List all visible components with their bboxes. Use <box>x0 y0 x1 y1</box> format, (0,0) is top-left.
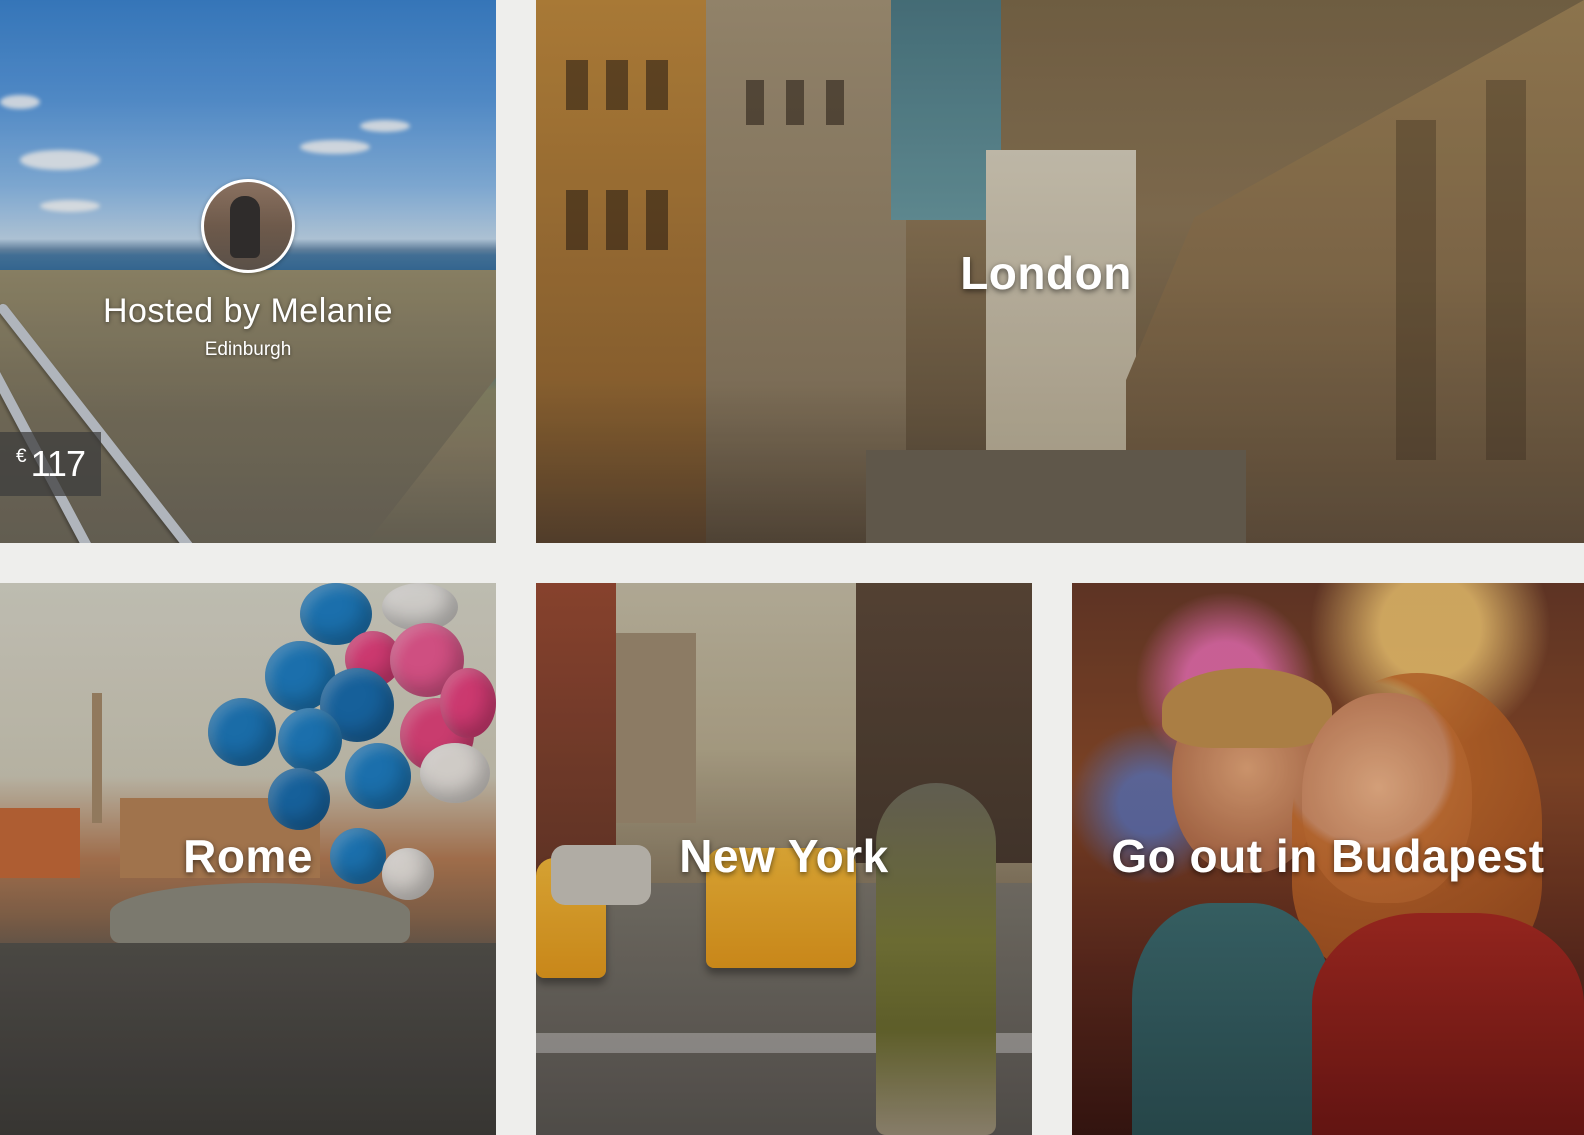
host-name: Hosted by Melanie <box>102 292 394 330</box>
destination-title: New York <box>679 830 889 882</box>
destination-grid: Hosted by Melanie Edinburgh € 117 London… <box>0 0 1584 1135</box>
price-currency: € <box>16 446 27 467</box>
destination-card-london[interactable]: London <box>536 0 1584 543</box>
destination-card-new-york[interactable]: New York <box>536 583 1032 1135</box>
destination-card-rome[interactable]: Rome <box>0 583 496 1135</box>
host-listing-card[interactable]: Hosted by Melanie Edinburgh € 117 <box>0 0 496 543</box>
price-badge: € 117 <box>0 432 101 496</box>
destination-title: London <box>960 247 1132 299</box>
avatar-figure <box>230 196 260 258</box>
destination-title: Rome <box>183 830 313 882</box>
host-avatar[interactable] <box>201 179 295 273</box>
host-city: Edinburgh <box>204 339 292 360</box>
destination-card-budapest[interactable]: Go out in Budapest <box>1072 583 1584 1135</box>
price-amount: 117 <box>30 443 86 484</box>
destination-title: Go out in Budapest <box>1111 830 1545 882</box>
